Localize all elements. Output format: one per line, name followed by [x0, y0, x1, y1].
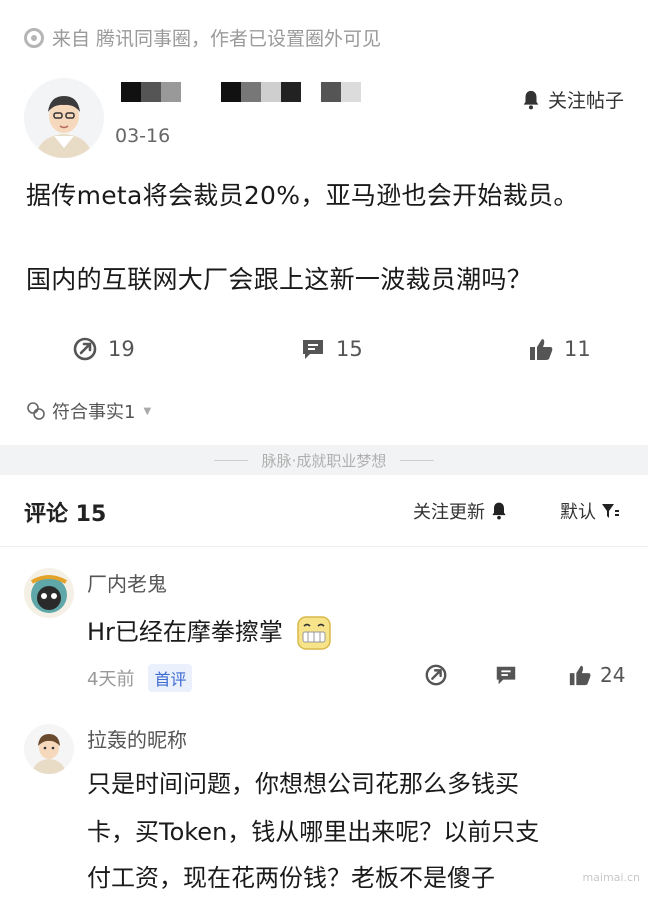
filter-icon	[602, 504, 619, 518]
thumbs-up-icon	[530, 339, 553, 360]
brand-divider: 脉脉·成就职业梦想	[0, 445, 648, 475]
grin-emoji-icon	[296, 616, 331, 650]
comment-2-author[interactable]: 拉轰的昵称	[87, 724, 187, 753]
share-icon	[425, 664, 447, 686]
fact-check-button[interactable]: 符合事实1 ▼	[26, 398, 151, 424]
avatar-illustration	[24, 78, 104, 158]
redacted-name-part-1	[121, 82, 181, 102]
post-author-avatar[interactable]	[24, 78, 104, 158]
redacted-name-part-3	[321, 82, 361, 102]
fact-check-icon	[27, 402, 45, 420]
thumbs-up-icon	[569, 665, 591, 686]
comment-count: 15	[336, 337, 363, 361]
follow-post-label: 关注帖子	[547, 90, 624, 112]
bell-icon	[523, 90, 539, 109]
watermark: maimai.cn	[582, 871, 640, 884]
comment-1-like-count: 24	[600, 663, 626, 687]
comment-1-time: 4天前	[87, 669, 135, 690]
comments-separator	[0, 546, 648, 547]
comment-1-author[interactable]: 厂内老鬼	[87, 568, 167, 597]
share-stat-button[interactable]: 19	[72, 336, 135, 362]
like-count: 11	[564, 337, 591, 361]
comment-1-body: Hr已经在摩拳擦掌	[87, 612, 333, 652]
share-count: 19	[108, 337, 135, 361]
redacted-name-part-2	[221, 82, 301, 102]
comment-stat-button[interactable]: 15	[300, 336, 363, 362]
post-text-line-1: 据传meta将会裁员20%，亚马逊也会开始裁员。	[26, 181, 579, 210]
avatar-illustration	[24, 724, 74, 774]
comment-1-meta: 4天前 首评	[87, 664, 193, 692]
share-icon	[73, 337, 97, 361]
comment-1-reply-button[interactable]	[494, 663, 518, 687]
caret-down-icon: ▼	[143, 405, 152, 417]
divider-slogan: 脉脉·成就职业梦想	[261, 451, 387, 470]
sort-dropdown[interactable]: 默认	[560, 498, 620, 524]
comment-icon	[496, 666, 516, 685]
comment-1-text: Hr已经在摩拳擦掌	[87, 618, 283, 646]
divider-line-left	[213, 459, 248, 461]
sort-label: 默认	[560, 502, 596, 523]
comment-2-line-2: 卡，买Token，钱从哪里出来呢？以前只支	[87, 818, 540, 846]
comment-icon	[303, 340, 323, 359]
follow-updates-button[interactable]: 关注更新	[413, 498, 509, 524]
post-text-line-2: 国内的互联网大厂会跟上这新一波裁员潮吗？	[26, 265, 533, 294]
comments-title: 评论 15	[24, 502, 107, 527]
eye-circle-icon	[24, 27, 44, 48]
bell-icon	[492, 502, 506, 520]
comment-2-line-3: 付工资，现在花两份钱？老板不是傻子	[87, 864, 495, 892]
divider-line-right	[400, 459, 435, 461]
post-date: 03-16	[115, 125, 171, 147]
source-bar: 来自 腾讯同事圈，作者已设置圈外可见	[24, 24, 381, 51]
follow-updates-label: 关注更新	[413, 502, 485, 523]
source-text: 来自 腾讯同事圈，作者已设置圈外可见	[52, 28, 382, 50]
comment-2-line-1: 只是时间问题，你想想公司花那么多钱买	[87, 770, 519, 798]
avatar-illustration	[24, 568, 74, 618]
comment-1-share-button[interactable]	[424, 663, 448, 687]
comment-1-like-button[interactable]: 24	[568, 663, 625, 687]
like-stat-button[interactable]: 11	[528, 336, 591, 362]
follow-post-button[interactable]: 关注帖子	[520, 86, 624, 113]
comment-1-avatar[interactable]	[24, 568, 74, 618]
comment-2-avatar[interactable]	[24, 724, 74, 774]
first-comment-badge: 首评	[148, 664, 193, 692]
fact-check-label: 符合事实1	[52, 402, 136, 423]
